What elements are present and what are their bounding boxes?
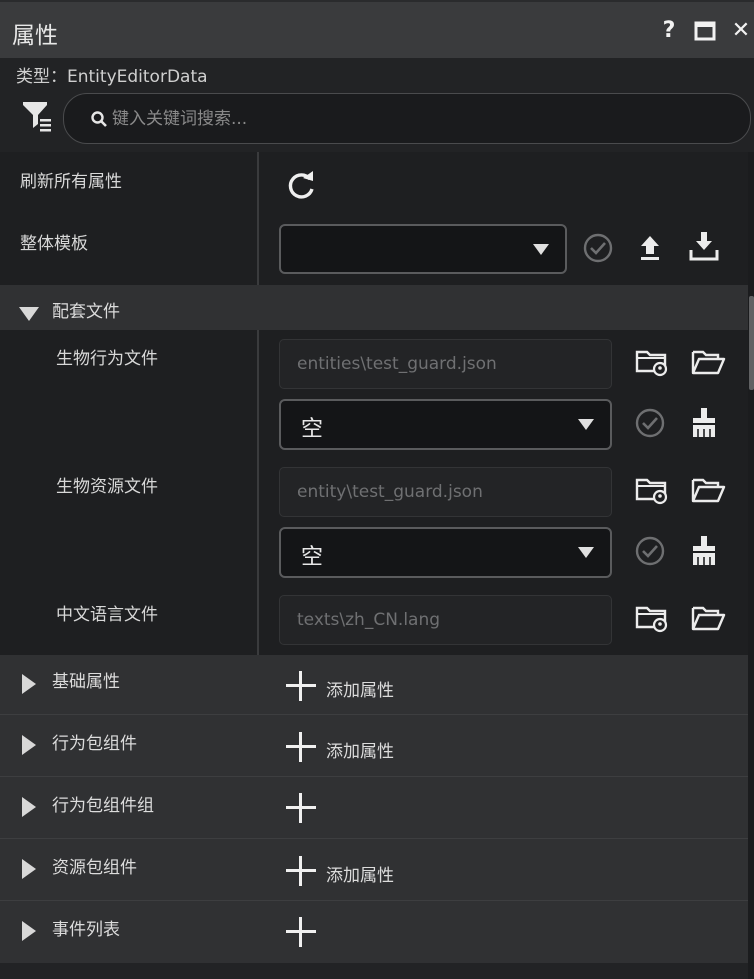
download-icon[interactable] — [686, 228, 722, 264]
behavior-file-label: 生物行为文件 — [56, 349, 158, 369]
plus-icon — [286, 793, 316, 823]
column-divider — [257, 330, 259, 655]
resource-file-label: 生物资源文件 — [56, 477, 158, 497]
chevron-down-icon — [533, 244, 549, 255]
plus-icon — [286, 732, 316, 762]
search-input[interactable] — [112, 104, 712, 134]
expand-triangle-icon — [19, 307, 39, 321]
section-title: 行为包组件 — [52, 734, 137, 754]
refresh-all-label: 刷新所有属性 — [20, 172, 122, 192]
folder-locate-icon[interactable] — [634, 344, 670, 380]
section-title: 基础属性 — [52, 672, 120, 692]
expand-triangle-icon — [22, 859, 36, 879]
resource-file-select[interactable]: 空 — [279, 527, 612, 578]
section-header-basic[interactable]: 基础属性 添加属性 — [0, 655, 748, 714]
help-button[interactable]: ? — [654, 16, 684, 46]
maximize-button[interactable] — [690, 16, 720, 46]
title-bar: 属性 ? ✕ — [0, 0, 754, 58]
section-title: 行为包组件组 — [52, 796, 154, 816]
clear-broom-icon[interactable] — [686, 405, 722, 441]
expand-triangle-icon — [22, 921, 36, 941]
files-section-body: 生物行为文件 entities\test_guard.json 空 生物资源文件… — [0, 330, 748, 655]
behavior-file-input[interactable]: entities\test_guard.json — [279, 339, 612, 389]
scrollbar-track[interactable] — [748, 152, 754, 979]
column-divider — [257, 152, 259, 285]
scrollbar-thumb[interactable] — [749, 296, 754, 390]
top-properties: 刷新所有属性 整体模板 — [0, 152, 748, 285]
expand-triangle-icon — [22, 735, 36, 755]
window-title: 属性 — [12, 23, 58, 49]
search-box[interactable] — [63, 93, 751, 144]
confirm-check-icon[interactable] — [632, 405, 668, 441]
section-title: 配套文件 — [52, 302, 120, 322]
section-header-behavior-components[interactable]: 行为包组件 添加属性 — [0, 715, 748, 776]
template-select[interactable] — [279, 224, 567, 274]
section-header-events[interactable]: 事件列表 — [0, 901, 748, 963]
upload-icon[interactable] — [632, 230, 668, 266]
lang-file-input[interactable]: texts\zh_CN.lang — [279, 595, 612, 645]
resource-file-path: entity\test_guard.json — [297, 482, 483, 502]
section-title: 资源包组件 — [52, 858, 137, 878]
close-button[interactable]: ✕ — [726, 16, 754, 46]
behavior-file-select-value: 空 — [301, 417, 324, 442]
template-label: 整体模板 — [20, 234, 88, 254]
refresh-icon[interactable] — [284, 167, 320, 203]
folder-open-icon[interactable] — [690, 344, 726, 380]
lang-file-label: 中文语言文件 — [56, 605, 158, 625]
confirm-check-icon[interactable] — [580, 230, 616, 266]
search-icon — [91, 111, 107, 127]
expand-triangle-icon — [22, 674, 36, 694]
expand-triangle-icon — [22, 797, 36, 817]
folder-locate-icon[interactable] — [634, 472, 670, 508]
maximize-icon — [694, 21, 716, 41]
section-header-files[interactable]: 配套文件 — [0, 285, 748, 330]
plus-icon — [286, 856, 316, 886]
resource-file-select-value: 空 — [301, 545, 324, 570]
lang-file-path: texts\zh_CN.lang — [297, 610, 441, 630]
filter-icon[interactable] — [22, 100, 52, 132]
section-title: 事件列表 — [52, 920, 120, 940]
section-header-resource-components[interactable]: 资源包组件 添加属性 — [0, 839, 748, 900]
folder-open-icon[interactable] — [690, 600, 726, 636]
section-header-behavior-component-groups[interactable]: 行为包组件组 — [0, 777, 748, 838]
chevron-down-icon — [578, 419, 594, 430]
behavior-file-select[interactable]: 空 — [279, 399, 612, 450]
resource-file-input[interactable]: entity\test_guard.json — [279, 467, 612, 517]
behavior-file-path: entities\test_guard.json — [297, 354, 497, 374]
folder-open-icon[interactable] — [690, 472, 726, 508]
plus-icon — [286, 917, 316, 947]
confirm-check-icon[interactable] — [632, 533, 668, 569]
folder-locate-icon[interactable] — [634, 600, 670, 636]
entity-type-label: 类型：EntityEditorData — [16, 67, 208, 87]
plus-icon — [286, 671, 316, 701]
clear-broom-icon[interactable] — [686, 533, 722, 569]
chevron-down-icon — [578, 547, 594, 558]
